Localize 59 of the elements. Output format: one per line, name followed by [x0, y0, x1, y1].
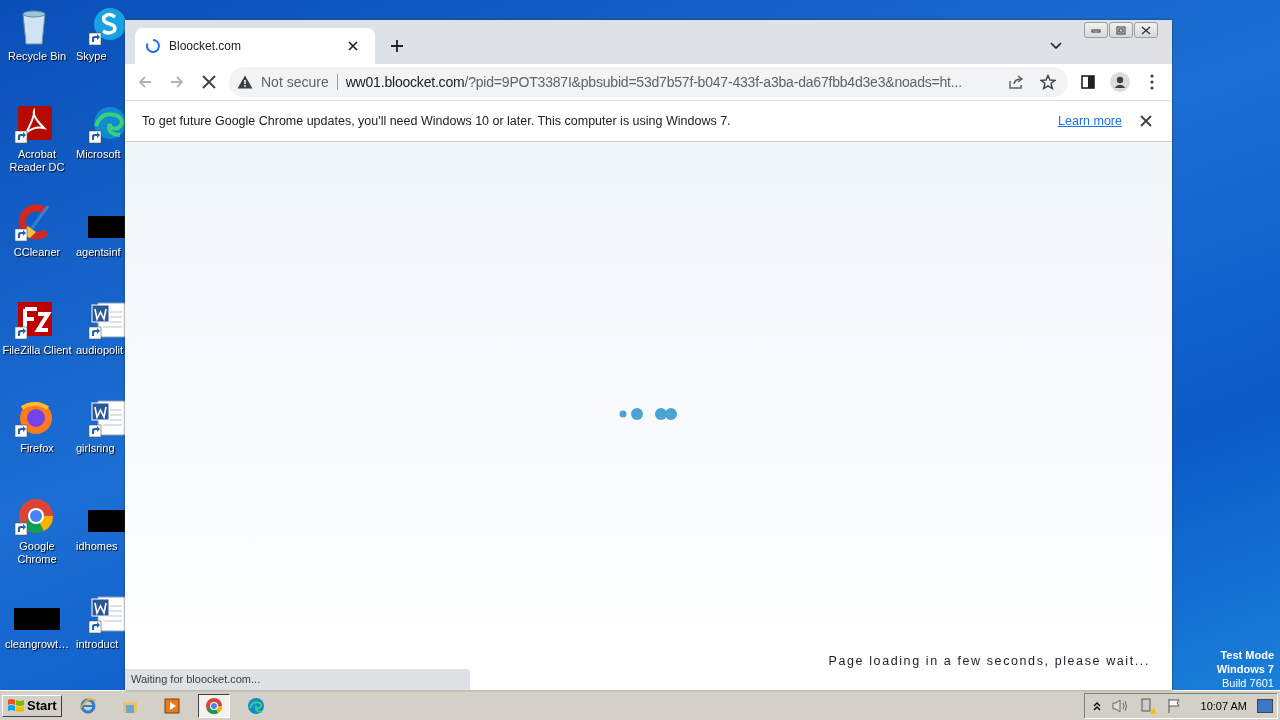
- side-panel-icon: [1081, 75, 1095, 89]
- warning-icon: [237, 75, 253, 89]
- close-icon: [1140, 115, 1152, 127]
- desktop-icon-label[interactable]: Google Chrome: [0, 540, 74, 566]
- windows-logo: [7, 697, 25, 714]
- clock[interactable]: 10:07 AM: [1200, 699, 1247, 712]
- chevron-down-icon: [1050, 42, 1062, 50]
- minimize-button[interactable]: [1084, 22, 1108, 38]
- loading-message: Page loading in a few seconds, please wait...: [828, 654, 1150, 668]
- flag-icon[interactable]: [1166, 697, 1183, 714]
- desktop-icon-label[interactable]: FileZilla Client: [2, 344, 72, 357]
- desktop-icon-label[interactable]: audiopolit: [76, 344, 124, 357]
- desktop-icon-label[interactable]: CCleaner: [13, 246, 61, 259]
- desktop-icon-label[interactable]: cleangrowt…: [4, 638, 70, 651]
- menu-icon: [1150, 74, 1154, 90]
- url-text: ww01.bloocket.com/?pid=9POT3387I&pbsubid=53d7b57f-b047-433f-a3ba-da67fbb4d3e3&noads=ht...: [345, 74, 963, 90]
- profile-button[interactable]: [1108, 70, 1132, 94]
- desktop-icon-label[interactable]: Skype: [76, 50, 107, 63]
- test-mode-notice: Test Mode: [1220, 648, 1274, 662]
- taskbar-app-button[interactable]: [197, 693, 230, 718]
- arrow-right-icon: [169, 74, 185, 90]
- security-label: Not secure: [261, 74, 338, 90]
- media-player-icon: [162, 696, 181, 715]
- close-icon: [348, 41, 358, 51]
- show-desktop-icon[interactable]: [1257, 698, 1273, 713]
- desktop-icon-label[interactable]: Firefox: [20, 442, 54, 455]
- speaker-icon[interactable]: [1110, 697, 1129, 714]
- desktop-icon-label[interactable]: girlsring: [76, 442, 115, 455]
- internet-explorer-icon: [78, 696, 97, 715]
- loading-dots-icon: [618, 406, 679, 422]
- browser-tab[interactable]: Bloocket.com: [135, 28, 375, 64]
- person-icon: [1110, 72, 1130, 92]
- desktop-icon-label[interactable]: Microsoft: [76, 148, 121, 161]
- tab-title: Bloocket.com: [169, 39, 243, 53]
- restore-icon: [1116, 25, 1126, 35]
- share-icon: [1008, 74, 1024, 90]
- status-bubble: Waiting for bloocket.com...: [125, 669, 470, 690]
- desktop-icon-label[interactable]: agentsinf: [76, 246, 121, 259]
- restore-button[interactable]: [1109, 22, 1133, 38]
- test-mode-notice: Windows 7: [1216, 662, 1274, 676]
- chevron-up-icon[interactable]: [1092, 700, 1101, 711]
- desktop-icon-label[interactable]: Acrobat Reader DC: [0, 148, 74, 174]
- plus-icon: [390, 39, 404, 53]
- chrome-icon: [204, 696, 223, 715]
- edge-browser-icon: [246, 696, 265, 715]
- test-mode-notice: Build 7601: [1222, 676, 1274, 690]
- address-bar[interactable]: Not secure ww01.bloocket.com/?pid=9POT3387I&pbsubid=53d7b57f-b047-433f-a3ba-da67fbb4d3e3&noads=ht...: [229, 67, 1068, 97]
- desktop-icon-label[interactable]: Recycle Bin: [7, 50, 67, 63]
- start-button[interactable]: Start: [2, 694, 62, 717]
- arrow-left-icon: [137, 74, 153, 90]
- close-icon: [202, 75, 216, 89]
- star-icon: [1040, 74, 1056, 90]
- infobar-message: To get future Google Chrome updates, you'll need Windows 10 or later. This computer is using Windows 7.: [142, 114, 732, 128]
- learn-more-link[interactable]: Learn more: [1058, 114, 1122, 128]
- minimize-icon: [1091, 27, 1101, 33]
- close-icon: [1141, 25, 1151, 35]
- close-window-button[interactable]: [1134, 22, 1158, 38]
- desktop-icon-label[interactable]: idhomes: [76, 540, 118, 553]
- desktop-icon-label[interactable]: introduct: [76, 638, 119, 651]
